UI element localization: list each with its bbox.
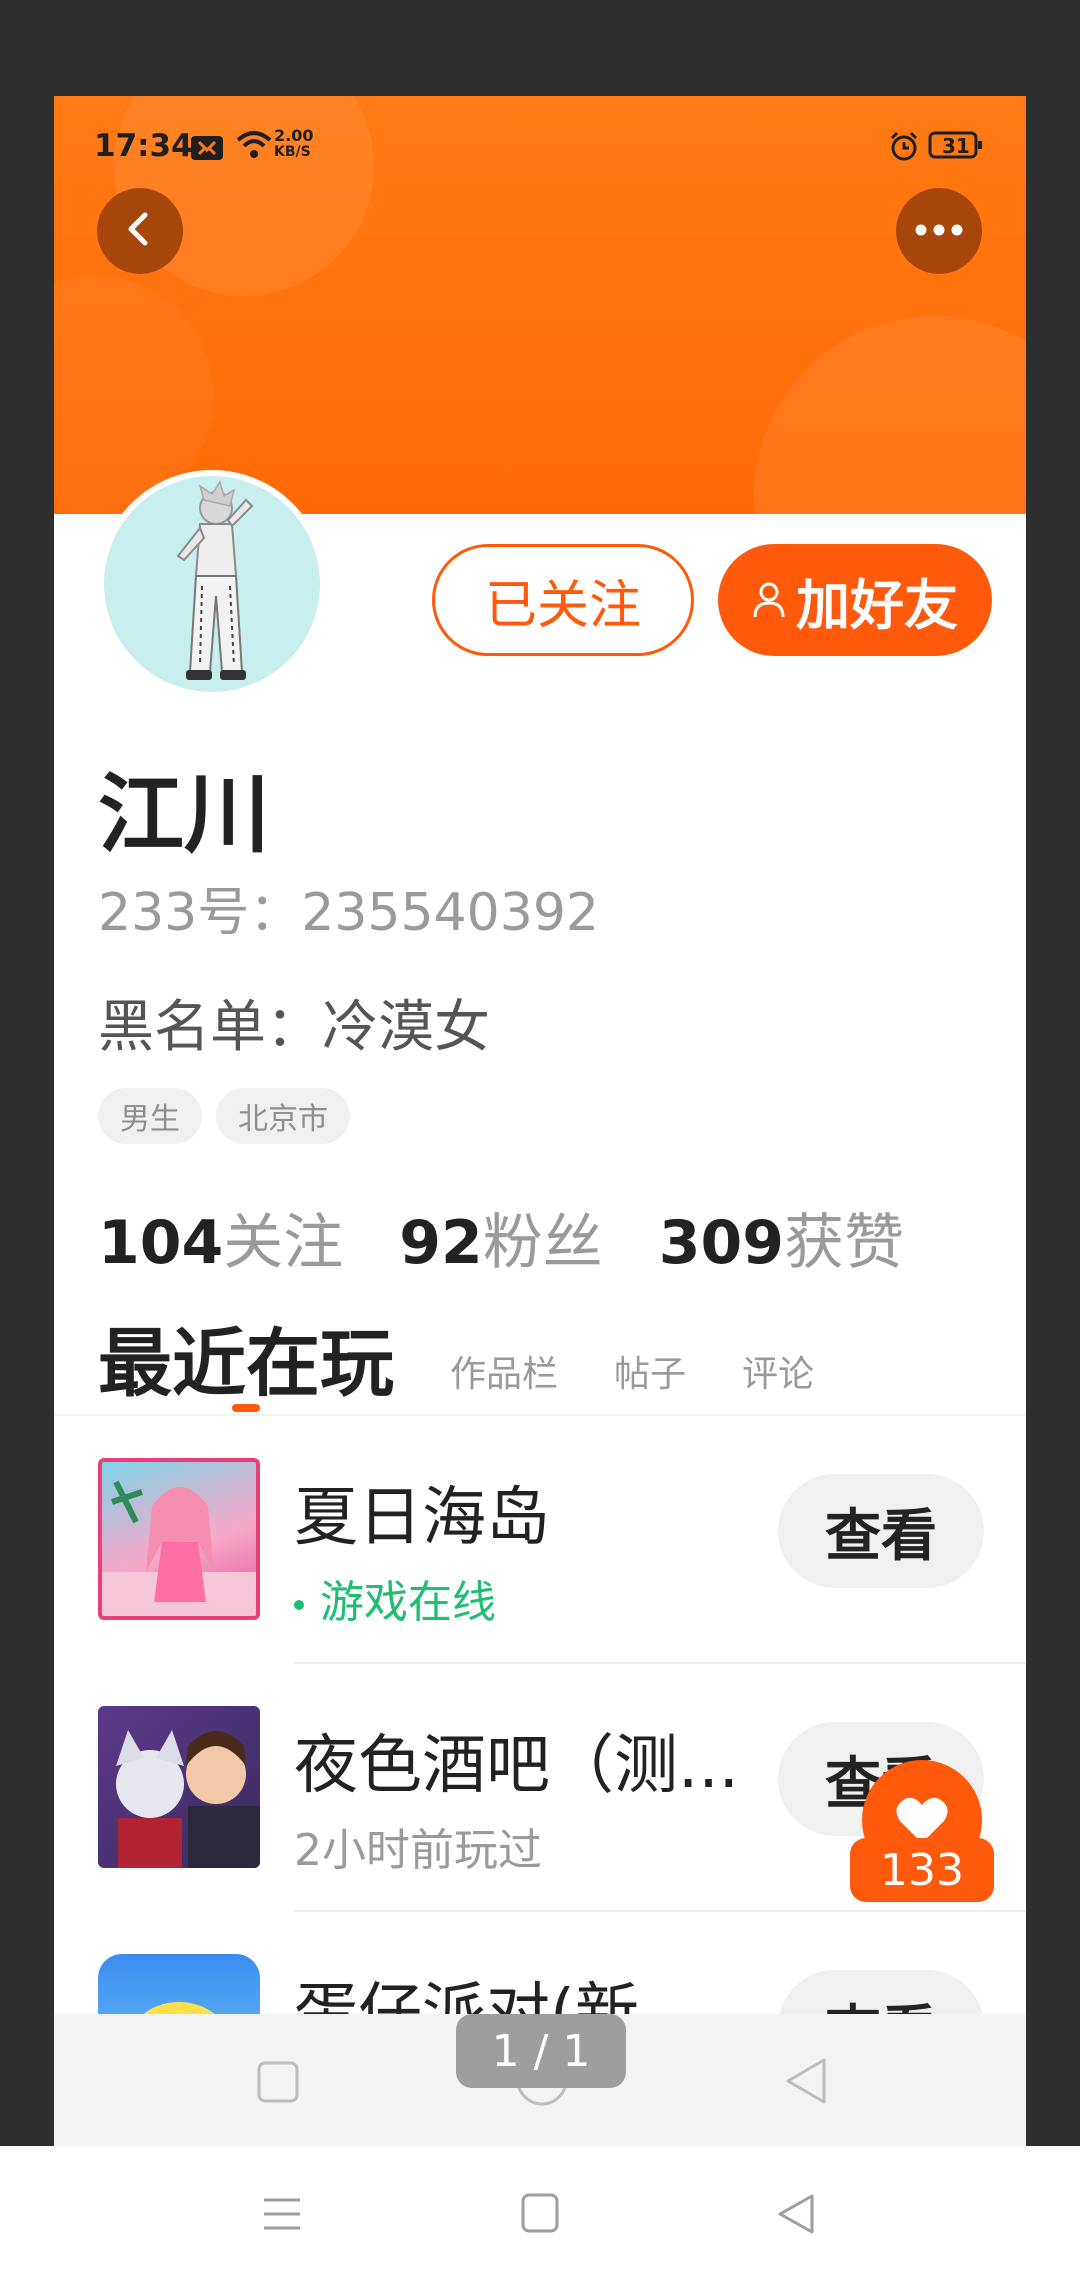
followed-button[interactable]: 已关注 — [432, 544, 694, 656]
stat-following-label: 关注 — [223, 1208, 344, 1278]
avatar[interactable] — [98, 470, 326, 698]
battery-level: 31 — [942, 134, 970, 158]
game-icon-night-bar — [98, 1706, 260, 1868]
stat-fans-label: 粉丝 — [482, 1208, 603, 1278]
game-title: 夜色酒吧（测... — [294, 1729, 740, 1803]
tab-recently-played-label: 最近在玩 — [98, 1321, 394, 1407]
chevron-left-icon — [120, 209, 160, 253]
tab-posts[interactable]: 帖子 — [614, 1345, 686, 1411]
user-icon — [752, 569, 786, 632]
menu-icon[interactable] — [262, 2196, 302, 2236]
more-dots-icon — [914, 222, 964, 241]
like-count: 133 — [850, 1838, 994, 1902]
game-title: 夏日海岛 — [294, 1481, 550, 1555]
user-name: 江川 — [98, 765, 270, 865]
recent-apps-icon[interactable] — [256, 2060, 300, 2108]
stats-row: 104关注 92粉丝 309获赞 — [98, 1194, 904, 1281]
app-screen: 17:34 2.00 KB/S 31 已关注 加好友 江川 233号：23554… — [54, 96, 1026, 2146]
game-status-text: 游戏在线 — [320, 1577, 496, 1628]
view-button[interactable]: 查看 — [778, 1474, 984, 1588]
tag-city: 北京市 — [216, 1088, 350, 1144]
net-speed-unit: KB/S — [274, 144, 311, 160]
tab-indicator — [232, 1404, 260, 1412]
system-navigation-bar — [0, 2146, 1080, 2280]
wifi-icon — [234, 130, 274, 168]
back-icon[interactable] — [776, 2192, 816, 2240]
game-row[interactable]: 夏日海岛 游戏在线 查看 — [54, 1416, 1026, 1664]
stat-likes: 309获赞 — [659, 1194, 904, 1281]
add-friend-button[interactable]: 加好友 — [718, 544, 992, 656]
profile-tabs: 最近在玩 作品栏 帖子 评论 — [98, 1304, 814, 1412]
stat-following[interactable]: 104关注 — [98, 1194, 343, 1281]
more-button[interactable] — [896, 188, 982, 274]
stat-likes-label: 获赞 — [784, 1208, 904, 1278]
home-square-icon[interactable] — [520, 2192, 560, 2238]
status-time: 17:34 — [94, 128, 193, 164]
stat-following-num: 104 — [98, 1208, 224, 1278]
back-button[interactable] — [97, 188, 183, 274]
alarm-icon — [888, 130, 920, 170]
user-id: 233号：235540392 — [98, 883, 600, 943]
tag-gender: 男生 — [98, 1088, 202, 1144]
blacklist-text: 黑名单：冷漠女 — [98, 995, 490, 1060]
tab-comments[interactable]: 评论 — [742, 1345, 814, 1411]
stat-fans-num: 92 — [399, 1208, 483, 1278]
back-triangle-icon[interactable] — [782, 2056, 830, 2110]
game-last-played: 2小时前玩过 — [294, 1825, 542, 1876]
game-icon-summer-island — [98, 1458, 260, 1620]
stat-fans[interactable]: 92粉丝 — [399, 1194, 603, 1281]
game-status: 游戏在线 — [294, 1566, 496, 1630]
stat-likes-num: 309 — [658, 1208, 784, 1278]
like-badge[interactable]: 133 — [850, 1760, 1000, 1910]
notification-icon — [190, 134, 224, 169]
tab-recently-played[interactable]: 最近在玩 — [98, 1304, 394, 1412]
status-bar: 17:34 2.00 KB/S 31 — [54, 96, 1026, 196]
add-friend-label: 加好友 — [796, 573, 958, 637]
tab-works[interactable]: 作品栏 — [450, 1345, 558, 1411]
net-speed-value: 2.00 — [274, 126, 314, 145]
online-dot-icon — [294, 1600, 304, 1610]
page-indicator: 1 / 1 — [456, 2014, 626, 2088]
